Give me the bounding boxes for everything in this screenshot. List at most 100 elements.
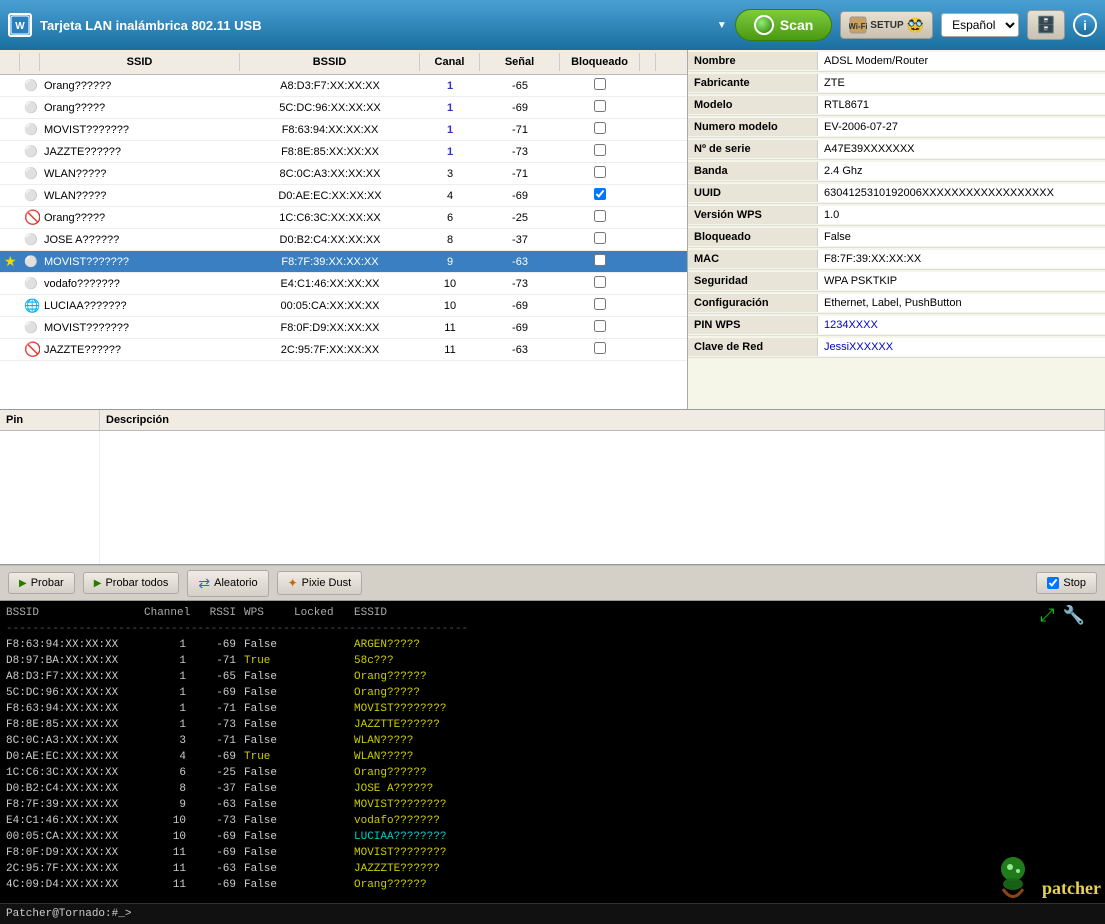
table-row[interactable]: ⚪MOVIST???????F8:0F:D9:XX:XX:XX11-69: [0, 317, 687, 339]
status-cell: ⚪: [20, 187, 40, 204]
language-select[interactable]: Español English: [941, 13, 1019, 37]
bloqueado-cell[interactable]: [560, 164, 640, 183]
table-row[interactable]: ⚪JOSE A??????D0:B2:C4:XX:XX:XX8-37: [0, 229, 687, 251]
stop-checkbox[interactable]: [1047, 577, 1059, 589]
setup-button[interactable]: Wi-Fi SETUP 🥸: [840, 11, 933, 39]
aleatorio-button[interactable]: ⇄ Aleatorio: [187, 570, 268, 597]
detail-label: MAC: [688, 250, 818, 268]
senal-cell: -69: [480, 100, 560, 116]
star-cell: [0, 326, 20, 330]
app-icon: W: [8, 13, 32, 37]
signal-icon: ⚪: [24, 124, 38, 136]
dropdown-arrow-icon[interactable]: ▼: [717, 20, 727, 31]
bloqueado-cell[interactable]: [560, 208, 640, 227]
table-row[interactable]: 🚫JAZZTE??????2C:95:7F:XX:XX:XX11-63: [0, 339, 687, 361]
bloqueado-checkbox[interactable]: [594, 232, 606, 244]
expand-icon[interactable]: ⤢: [1040, 605, 1054, 626]
bssid-cell: F8:63:94:XX:XX:XX: [240, 122, 420, 138]
bloqueado-checkbox[interactable]: [594, 276, 606, 288]
table-row[interactable]: ⚪vodafo???????E4:C1:46:XX:XX:XX10-73: [0, 273, 687, 295]
status-cell: ⚪: [20, 143, 40, 160]
senal-cell: -71: [480, 122, 560, 138]
bloqueado-checkbox[interactable]: [594, 78, 606, 90]
table-row[interactable]: ⚪Orang??????A8:D3:F7:XX:XX:XX1-65: [0, 75, 687, 97]
table-row[interactable]: ⚪WLAN?????D0:AE:EC:XX:XX:XX4-69: [0, 185, 687, 207]
bloqueado-cell[interactable]: [560, 142, 640, 161]
canal-cell: 9: [420, 254, 480, 270]
terminal-row: A8:D3:F7:XX:XX:XX1-65FalseOrang??????: [6, 669, 1099, 685]
detail-label: Seguridad: [688, 272, 818, 290]
probar-button[interactable]: ▶ Probar: [8, 572, 75, 594]
table-row[interactable]: ⚪JAZZTE??????F8:8E:85:XX:XX:XX1-73: [0, 141, 687, 163]
table-row[interactable]: ★⚪MOVIST???????F8:7F:39:XX:XX:XX9-63: [0, 251, 687, 273]
bloqueado-cell[interactable]: [560, 230, 640, 249]
bssid-cell: 1C:C6:3C:XX:XX:XX: [240, 210, 420, 226]
ssid-cell: WLAN?????: [40, 166, 240, 182]
detail-value: WPA PSKTKIP: [818, 272, 1105, 290]
senal-cell: -63: [480, 342, 560, 358]
table-row[interactable]: 🌐LUCIAA???????00:05:CA:XX:XX:XX10-69: [0, 295, 687, 317]
terminal[interactable]: BSSIDChannelRSSIWPSLockedESSID----------…: [0, 601, 1105, 897]
bloqueado-checkbox[interactable]: [594, 100, 606, 112]
bloqueado-cell[interactable]: [560, 296, 640, 315]
col-star: [0, 53, 20, 71]
bloqueado-checkbox[interactable]: [594, 188, 606, 200]
detail-label: Banda: [688, 162, 818, 180]
bloqueado-cell[interactable]: [560, 76, 640, 95]
detail-row: Clave de RedJessiXXXXXX: [688, 336, 1105, 358]
detail-value: 6304125310192006XXXXXXXXXXXXXXXXXX: [818, 184, 1105, 202]
bloqueado-checkbox[interactable]: [594, 342, 606, 354]
pin-area: Pin Descripción: [0, 410, 1105, 565]
terminal-icons: ⤢ 🔧: [1040, 605, 1085, 626]
probar-todos-button[interactable]: ▶ Probar todos: [83, 572, 180, 594]
info-button[interactable]: i: [1073, 13, 1097, 37]
bloqueado-cell[interactable]: [560, 120, 640, 139]
pin-header: Pin Descripción: [0, 410, 1105, 431]
star-cell: [0, 348, 20, 352]
bloqueado-checkbox[interactable]: [594, 254, 606, 266]
bloqueado-checkbox[interactable]: [594, 144, 606, 156]
detail-value: ZTE: [818, 74, 1105, 92]
terminal-row: F8:8E:85:XX:XX:XX1-73FalseJAZZTTE??????: [6, 717, 1099, 733]
ssid-cell: LUCIAA???????: [40, 298, 240, 314]
bloqueado-cell[interactable]: [560, 252, 640, 271]
terminal-row: F8:0F:D9:XX:XX:XX11-69FalseMOVIST???????…: [6, 845, 1099, 861]
mask-icon: 🥸: [907, 17, 924, 34]
table-row[interactable]: ⚪Orang?????5C:DC:96:XX:XX:XX1-69: [0, 97, 687, 119]
scan-button[interactable]: Scan: [735, 9, 832, 41]
detail-value: False: [818, 228, 1105, 246]
bloqueado-cell[interactable]: [560, 340, 640, 359]
network-table-body[interactable]: ⚪Orang??????A8:D3:F7:XX:XX:XX1-65⚪Orang?…: [0, 75, 687, 409]
ssid-cell: WLAN?????: [40, 188, 240, 204]
stop-button[interactable]: Stop: [1036, 572, 1097, 594]
row-end-cell: [640, 172, 656, 176]
detail-row: ConfiguraciónEthernet, Label, PushButton: [688, 292, 1105, 314]
table-row[interactable]: 🚫Orang?????1C:C6:3C:XX:XX:XX6-25: [0, 207, 687, 229]
pin-col-header: Pin: [0, 410, 100, 430]
bloqueado-checkbox[interactable]: [594, 122, 606, 134]
detail-value: 1234XXXX: [818, 316, 1105, 334]
database-button[interactable]: 🗄️: [1027, 10, 1065, 40]
bloqueado-checkbox[interactable]: [594, 320, 606, 332]
pixie-dust-button[interactable]: ✦ Pixie Dust: [277, 571, 363, 595]
bssid-cell: D0:B2:C4:XX:XX:XX: [240, 232, 420, 248]
database-icon: 🗄️: [1036, 17, 1056, 34]
bloqueado-cell[interactable]: [560, 186, 640, 205]
col-status: [20, 53, 40, 71]
bloqueado-cell[interactable]: [560, 98, 640, 117]
row-end-cell: [640, 106, 656, 110]
bloqueado-checkbox[interactable]: [594, 210, 606, 222]
titlebar: W Tarjeta LAN inalámbrica 802.11 USB ▼ S…: [0, 0, 1105, 50]
bloqueado-checkbox[interactable]: [594, 166, 606, 178]
bloqueado-cell[interactable]: [560, 274, 640, 293]
table-row[interactable]: ⚪MOVIST???????F8:63:94:XX:XX:XX1-71: [0, 119, 687, 141]
canal-cell: 3: [420, 166, 480, 182]
bloqueado-cell[interactable]: [560, 318, 640, 337]
bloqueado-checkbox[interactable]: [594, 298, 606, 310]
detail-value: A47E39XXXXXXX: [818, 140, 1105, 158]
stop-icon[interactable]: 🔧: [1063, 605, 1085, 626]
detail-row: SeguridadWPA PSKTKIP: [688, 270, 1105, 292]
canal-cell: 10: [420, 298, 480, 314]
table-row[interactable]: ⚪WLAN?????8C:0C:A3:XX:XX:XX3-71: [0, 163, 687, 185]
bssid-cell: D0:AE:EC:XX:XX:XX: [240, 188, 420, 204]
